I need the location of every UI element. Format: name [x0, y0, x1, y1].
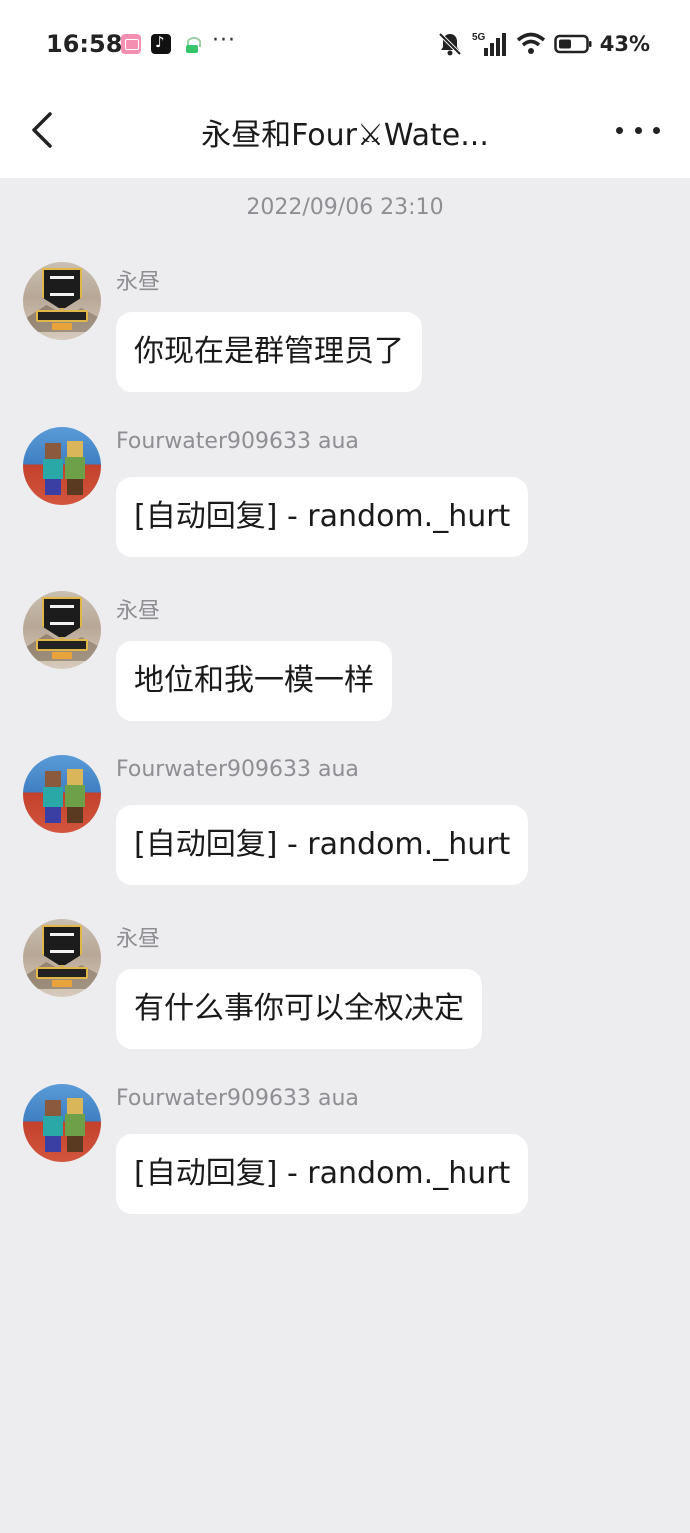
- message-bubble[interactable]: 你现在是群管理员了: [116, 312, 422, 392]
- message-bubble[interactable]: [自动回复] - random._hurt: [116, 477, 529, 557]
- back-button[interactable]: [22, 108, 66, 152]
- bilibili-app-icon: [121, 34, 141, 54]
- sender-avatar[interactable]: [23, 919, 101, 997]
- message-bubble[interactable]: 地位和我一模一样: [116, 641, 392, 721]
- signal-icon: 5G: [472, 32, 506, 56]
- message-bubble[interactable]: [自动回复] - random._hurt: [116, 1134, 529, 1214]
- chat-title: 永昼和Four⚔Wate...: [201, 118, 489, 153]
- chat-timestamp: 2022/09/06 23:10: [246, 195, 444, 220]
- sender-avatar[interactable]: [23, 262, 101, 340]
- sender-avatar[interactable]: [23, 755, 101, 833]
- sender-avatar[interactable]: [23, 427, 101, 505]
- status-time: 16:58: [46, 30, 123, 58]
- more-dot-icon: [634, 126, 642, 134]
- sender-name: Fourwater909633 aua: [116, 757, 359, 782]
- more-notifications-icon: ···: [212, 28, 236, 53]
- chat-header: 永昼和Four⚔Wate...: [0, 88, 690, 178]
- battery-percent: 43%: [599, 32, 650, 56]
- more-dot-icon: [653, 126, 660, 134]
- sender-name: 永昼: [116, 927, 161, 952]
- message-bubble[interactable]: [自动回复] - random._hurt: [116, 805, 529, 885]
- sender-name: 永昼: [116, 270, 161, 295]
- sender-avatar[interactable]: [23, 591, 101, 669]
- network-type: 5G: [472, 32, 486, 43]
- sender-name: 永昼: [116, 599, 161, 624]
- sender-name: Fourwater909633 aua: [116, 429, 359, 454]
- status-bar: 16:58 ··· 5G 43%: [0, 0, 690, 88]
- more-options-button[interactable]: [616, 112, 660, 148]
- message-bubble[interactable]: 有什么事你可以全权决定: [116, 969, 482, 1049]
- more-dot-icon: [616, 126, 623, 134]
- app-notification-icon: [182, 34, 202, 54]
- sender-name: Fourwater909633 aua: [116, 1086, 359, 1111]
- wifi-icon: [516, 32, 545, 54]
- chevron-left-icon: [32, 112, 52, 148]
- tiktok-app-icon: [151, 33, 171, 54]
- mute-bell-icon: [438, 32, 462, 56]
- sender-avatar[interactable]: [23, 1084, 101, 1162]
- battery-icon: [553, 34, 592, 54]
